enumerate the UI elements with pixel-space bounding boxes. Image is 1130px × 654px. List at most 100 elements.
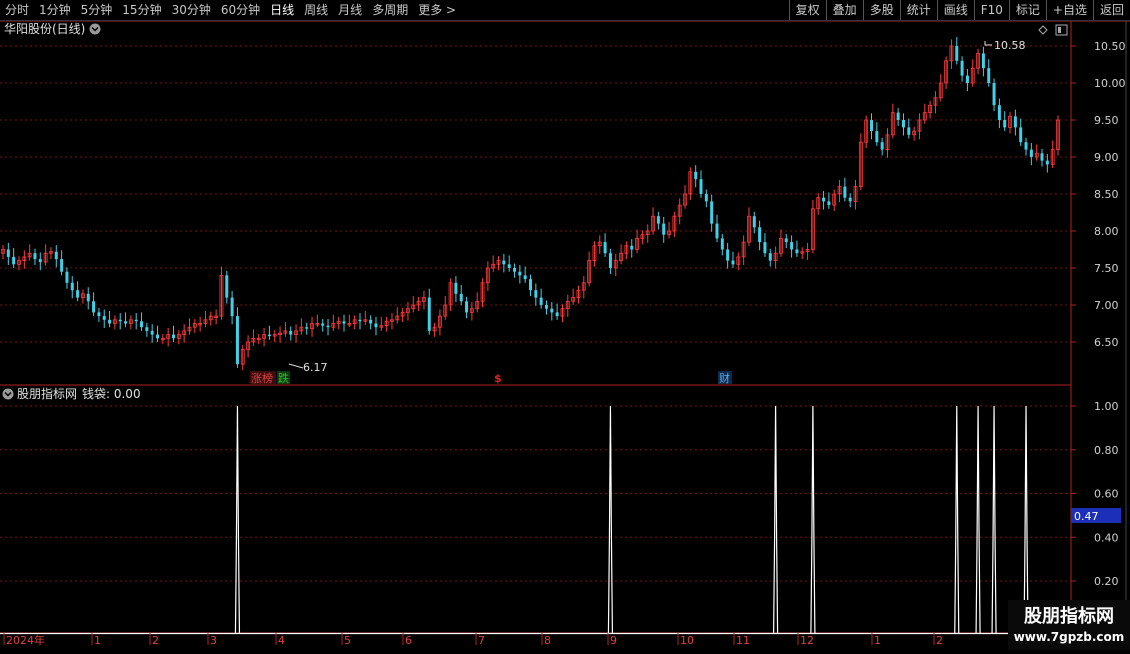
candle-body xyxy=(507,264,511,268)
high-pointer xyxy=(984,41,992,46)
candle-body xyxy=(880,142,884,150)
candle xyxy=(741,235,746,266)
toolbar-button-4[interactable]: 画线 xyxy=(936,0,974,20)
event-marker-zhangbang[interactable]: 涨榜 xyxy=(250,371,276,385)
candle-body xyxy=(997,105,1001,120)
event-marker-die[interactable]: 跌 xyxy=(277,371,290,385)
qiandai-signal-series xyxy=(0,405,1065,635)
period-tab-7[interactable]: 周线 xyxy=(299,0,333,20)
candle xyxy=(731,251,735,268)
indicator-dropdown-icon[interactable] xyxy=(2,388,14,400)
candle xyxy=(805,242,810,260)
indicator-grid xyxy=(0,405,1071,582)
candle xyxy=(560,304,565,323)
candle xyxy=(118,313,122,330)
candle xyxy=(289,326,293,341)
toolbar-button-2[interactable]: 多股 xyxy=(862,0,900,20)
candle-body xyxy=(305,327,309,329)
candle-body xyxy=(981,53,985,69)
toolbar-button-0[interactable]: 复权 xyxy=(788,0,826,20)
period-tab-8[interactable]: 月线 xyxy=(333,0,367,20)
candle-body xyxy=(92,301,96,313)
candle-body xyxy=(33,253,37,260)
candle xyxy=(523,266,527,283)
candle xyxy=(70,276,74,299)
candle xyxy=(880,137,884,156)
toolbar-button-8[interactable]: 返回 xyxy=(1092,0,1130,20)
period-tab-2[interactable]: 5分钟 xyxy=(76,0,118,20)
candle xyxy=(390,313,394,330)
candle xyxy=(758,220,762,251)
candle-body xyxy=(97,312,101,317)
candle xyxy=(790,235,794,258)
candle xyxy=(65,267,69,289)
candle-body xyxy=(875,131,879,143)
candle xyxy=(305,322,309,335)
toolbar-button-1[interactable]: 叠加 xyxy=(825,0,863,20)
candle xyxy=(454,276,458,303)
candle-body xyxy=(134,319,138,322)
candle xyxy=(496,256,501,271)
period-tabs: 分时 1分钟 5分钟 15分钟 30分钟 60分钟 日线 周线 月线 多周期 更多 > xyxy=(0,0,461,20)
candle xyxy=(1024,137,1028,156)
candle-body xyxy=(656,216,660,224)
signal-spike xyxy=(975,405,981,634)
candle-body xyxy=(827,201,831,206)
event-marker-dollar[interactable]: $ xyxy=(494,372,502,385)
signal-spike xyxy=(810,405,816,634)
period-tab-5[interactable]: 60分钟 xyxy=(216,0,265,20)
event-marker-cai[interactable]: 财 xyxy=(718,371,732,385)
price-panel-title: 华阳股份(日线) xyxy=(4,22,85,36)
period-tab-4[interactable]: 30分钟 xyxy=(167,0,216,20)
price-tick-label: 8.00 xyxy=(1094,225,1119,238)
panel-toggle-icon[interactable] xyxy=(1055,24,1068,36)
toolbar-button-5[interactable]: F10 xyxy=(973,0,1009,20)
candle xyxy=(720,233,724,256)
time-tick-label: 11 xyxy=(736,634,750,647)
period-tab-3[interactable]: 15分钟 xyxy=(117,0,166,20)
candle xyxy=(513,263,517,278)
candle-body xyxy=(102,316,106,320)
candle xyxy=(885,128,890,158)
candle xyxy=(235,307,239,368)
candle xyxy=(715,214,719,243)
candle xyxy=(683,185,687,209)
candle-body xyxy=(502,260,506,265)
candle xyxy=(630,239,634,258)
candle-body xyxy=(523,275,527,280)
period-tab-10[interactable]: 更多 > xyxy=(413,0,461,20)
candle xyxy=(539,288,543,309)
period-tab-1[interactable]: 1分钟 xyxy=(34,0,76,20)
candle-body xyxy=(427,297,431,331)
period-tab-9[interactable]: 多周期 xyxy=(367,0,413,20)
candle xyxy=(81,289,85,304)
candle-body xyxy=(225,275,229,298)
candle xyxy=(933,91,938,114)
title-dropdown-icon[interactable] xyxy=(89,23,101,35)
candle xyxy=(1013,109,1017,136)
candle xyxy=(603,233,607,257)
toolbar-button-3[interactable]: 统计 xyxy=(899,0,937,20)
period-tab-0[interactable]: 分时 xyxy=(0,0,34,20)
candle xyxy=(1034,144,1039,161)
toolbar-button-7[interactable]: +自选 xyxy=(1045,0,1093,20)
candle xyxy=(875,122,879,146)
candle-body xyxy=(513,268,517,272)
candle xyxy=(624,241,629,260)
candle xyxy=(283,322,288,337)
candle xyxy=(955,37,959,65)
chart-area[interactable]: 6.50 7.00 7.50 8.00 8.50 9.00 9.50 10.00 10.50 0… xyxy=(0,21,1130,650)
candle xyxy=(997,98,1001,129)
candle-body xyxy=(150,330,154,335)
candle xyxy=(278,326,282,343)
toolbar-button-6[interactable]: 标记 xyxy=(1008,0,1046,20)
diamond-icon[interactable] xyxy=(1038,25,1048,35)
candle-body xyxy=(70,282,74,291)
price-tick-label: 9.00 xyxy=(1094,151,1119,164)
candle-body xyxy=(608,253,612,268)
period-tab-6[interactable]: 日线 xyxy=(265,0,299,20)
signal-spike xyxy=(954,405,960,634)
candle-body xyxy=(374,323,378,328)
candle-body xyxy=(790,242,794,250)
indicator-tick-label: 0.20 xyxy=(1094,575,1119,588)
